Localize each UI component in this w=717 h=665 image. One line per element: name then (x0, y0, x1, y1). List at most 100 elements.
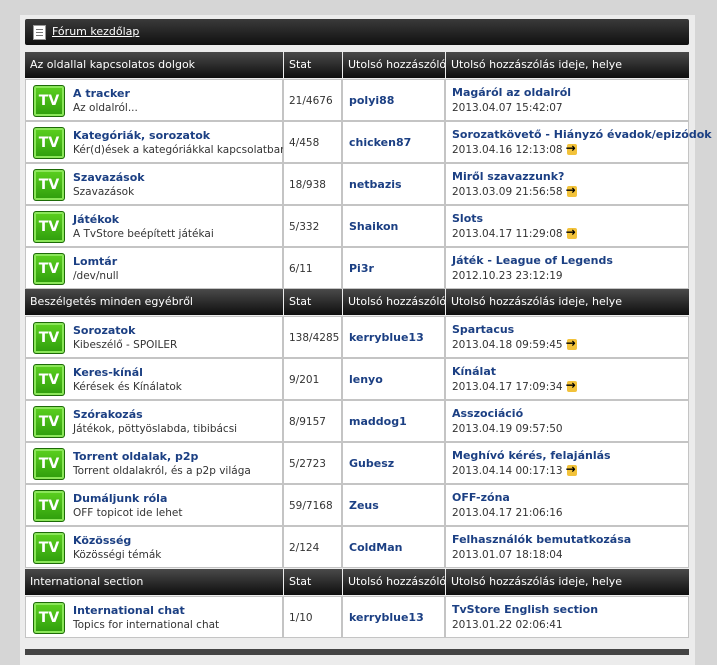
last-post-link[interactable]: OFF-zóna (452, 491, 510, 504)
forum-cell: TV Szórakozás Játékok, pöttyöslabda, tibib… (25, 400, 283, 442)
stat-cell: 138/4285 (283, 316, 342, 358)
last-poster-link[interactable]: maddog1 (349, 415, 407, 428)
last-poster-link[interactable]: chicken87 (349, 136, 411, 149)
last-post-date-text: 2013.04.17 21:06:16 (452, 507, 563, 519)
column-stat: Stat (284, 289, 342, 315)
last-post-link[interactable]: Spartacus (452, 323, 514, 336)
stat-cell: 5/2723 (283, 442, 342, 484)
document-icon (33, 25, 46, 40)
go-to-last-post-icon[interactable] (566, 183, 579, 197)
last-poster-cell: netbazis (342, 163, 445, 205)
last-poster-cell: kerryblue13 (342, 316, 445, 358)
forum-description: Játékok, pöttyöslabda, tibibácsi (73, 423, 238, 435)
last-poster-link[interactable]: Pi3r (349, 262, 374, 275)
last-post-date: 2013.04.18 09:59:45 (452, 336, 579, 351)
last-post-cell: Sorozatkövető - Hiányzó évadok/epizódok 2… (445, 121, 712, 163)
stat-cell: 8/9157 (283, 400, 342, 442)
forum-stat: 4/458 (289, 137, 320, 149)
forum-title-link[interactable]: International chat (73, 604, 185, 617)
tv-forum-icon: TV (33, 253, 65, 285)
forum-title-link[interactable]: Sorozatok (73, 324, 135, 337)
last-post-date: 2013.03.09 21:56:58 (452, 183, 579, 198)
go-to-last-post-icon[interactable] (566, 378, 579, 392)
go-to-last-post-icon[interactable] (566, 141, 579, 155)
last-post-link[interactable]: Slots (452, 212, 483, 225)
last-poster-link[interactable]: polyi88 (349, 94, 394, 107)
last-post-date: 2012.10.23 23:12:19 (452, 270, 563, 282)
last-post-date-text: 2013.04.16 12:13:08 (452, 144, 563, 156)
breadcrumb-bar: Fórum kezdőlap (25, 19, 689, 45)
forum-cell: TV Közösség Közösségi témák (25, 526, 283, 568)
last-post-link[interactable]: Magáról az oldalról (452, 86, 571, 99)
stat-cell: 21/4676 (283, 79, 342, 121)
forum-row: TV International chat Topics for internati… (25, 596, 689, 638)
last-post-cell: Slots 2013.04.17 11:29:08 (445, 205, 689, 247)
section-title: Beszélgetés minden egyébről (25, 289, 283, 315)
forum-title-link[interactable]: Keres-kínál (73, 366, 143, 379)
forum-cell: TV Lomtár/dev/null (25, 247, 283, 289)
last-post-link[interactable]: Miről szavazzunk? (452, 170, 564, 183)
last-post-cell: Meghívó kérés, felajánlás 2013.04.14 00:1… (445, 442, 689, 484)
last-post-link[interactable]: TvStore English section (452, 603, 598, 616)
forum-row: TV Sorozatok Kibeszélő - SPOILER 138/4285 ke… (25, 316, 689, 358)
go-to-last-post-icon[interactable] (566, 225, 579, 239)
forum-title-link[interactable]: Közösség (73, 534, 131, 547)
last-poster-link[interactable]: kerryblue13 (349, 331, 424, 344)
forum-row: TV Játékok A TvStore beépített játékai 5/33… (25, 205, 689, 247)
forum-cell: TV Sorozatok Kibeszélő - SPOILER (25, 316, 283, 358)
forum-home-link[interactable]: Fórum kezdőlap (52, 25, 139, 38)
last-post-date-text: 2013.04.07 15:42:07 (452, 102, 563, 114)
forum-stat: 21/4676 (289, 95, 333, 107)
last-post-link[interactable]: Asszociáció (452, 407, 523, 420)
last-poster-cell: Zeus (342, 484, 445, 526)
last-poster-link[interactable]: kerryblue13 (349, 611, 424, 624)
forum-description: Szavazások (73, 186, 135, 198)
last-post-link[interactable]: Meghívó kérés, felajánlás (452, 449, 611, 462)
last-poster-cell: maddog1 (342, 400, 445, 442)
last-post-cell: Spartacus 2013.04.18 09:59:45 (445, 316, 689, 358)
last-poster-cell: Pi3r (342, 247, 445, 289)
forum-title-link[interactable]: Játékok (73, 213, 119, 226)
forum-title-link[interactable]: Lomtár (73, 255, 117, 268)
last-post-date: 2013.04.16 12:13:08 (452, 141, 579, 156)
last-poster-link[interactable]: Zeus (349, 499, 379, 512)
last-post-link[interactable]: Játék - League of Legends (452, 254, 613, 267)
go-to-last-post-icon[interactable] (566, 336, 579, 350)
forum-title-link[interactable]: Szavazások (73, 171, 145, 184)
last-post-link[interactable]: Kínálat (452, 365, 496, 378)
forum-stat: 6/11 (289, 263, 313, 275)
tv-forum-icon: TV (33, 364, 65, 396)
last-poster-cell: Gubesz (342, 442, 445, 484)
tv-forum-icon: TV (33, 406, 65, 438)
tv-forum-icon: TV (33, 85, 65, 117)
last-poster-cell: kerryblue13 (342, 596, 445, 638)
go-to-last-post-icon[interactable] (566, 462, 579, 476)
last-post-link[interactable]: Sorozatkövető - Hiányzó évadok/epizódok (452, 128, 712, 141)
forum-title-link[interactable]: Szórakozás (73, 408, 143, 421)
forum-stat: 2/124 (289, 542, 320, 554)
last-poster-link[interactable]: ColdMan (349, 541, 402, 554)
stat-cell: 59/7168 (283, 484, 342, 526)
column-last-post: Utolsó hozzászólás ideje, helye (446, 289, 689, 315)
forum-cell: TV Játékok A TvStore beépített játékai (25, 205, 283, 247)
forum-title-link[interactable]: A tracker (73, 87, 130, 100)
stat-cell: 5/332 (283, 205, 342, 247)
forum-title-link[interactable]: Kategóriák, sorozatok (73, 129, 210, 142)
last-poster-link[interactable]: lenyo (349, 373, 383, 386)
tv-forum-icon: TV (33, 211, 65, 243)
stat-cell: 4/458 (283, 121, 342, 163)
last-post-link[interactable]: Felhasználók bemutatkozása (452, 533, 631, 546)
forum-description: Kérések és Kínálatok (73, 381, 182, 393)
forum-cell: TV Szavazások Szavazások (25, 163, 283, 205)
forum-description: Közösségi témák (73, 549, 162, 561)
last-poster-link[interactable]: Shaikon (349, 220, 398, 233)
column-stat: Stat (284, 569, 342, 595)
last-poster-link[interactable]: Gubesz (349, 457, 394, 470)
forum-description: Kér(d)ések a kategóriákkal kapcsolatban (73, 144, 287, 156)
forum-stat: 138/4285 (289, 332, 340, 344)
tv-forum-icon: TV (33, 127, 65, 159)
forum-title-link[interactable]: Torrent oldalak, p2p (73, 450, 198, 463)
forum-title-link[interactable]: Dumáljunk róla (73, 492, 167, 505)
forum-description: A TvStore beépített játékai (73, 228, 214, 240)
last-poster-link[interactable]: netbazis (349, 178, 402, 191)
